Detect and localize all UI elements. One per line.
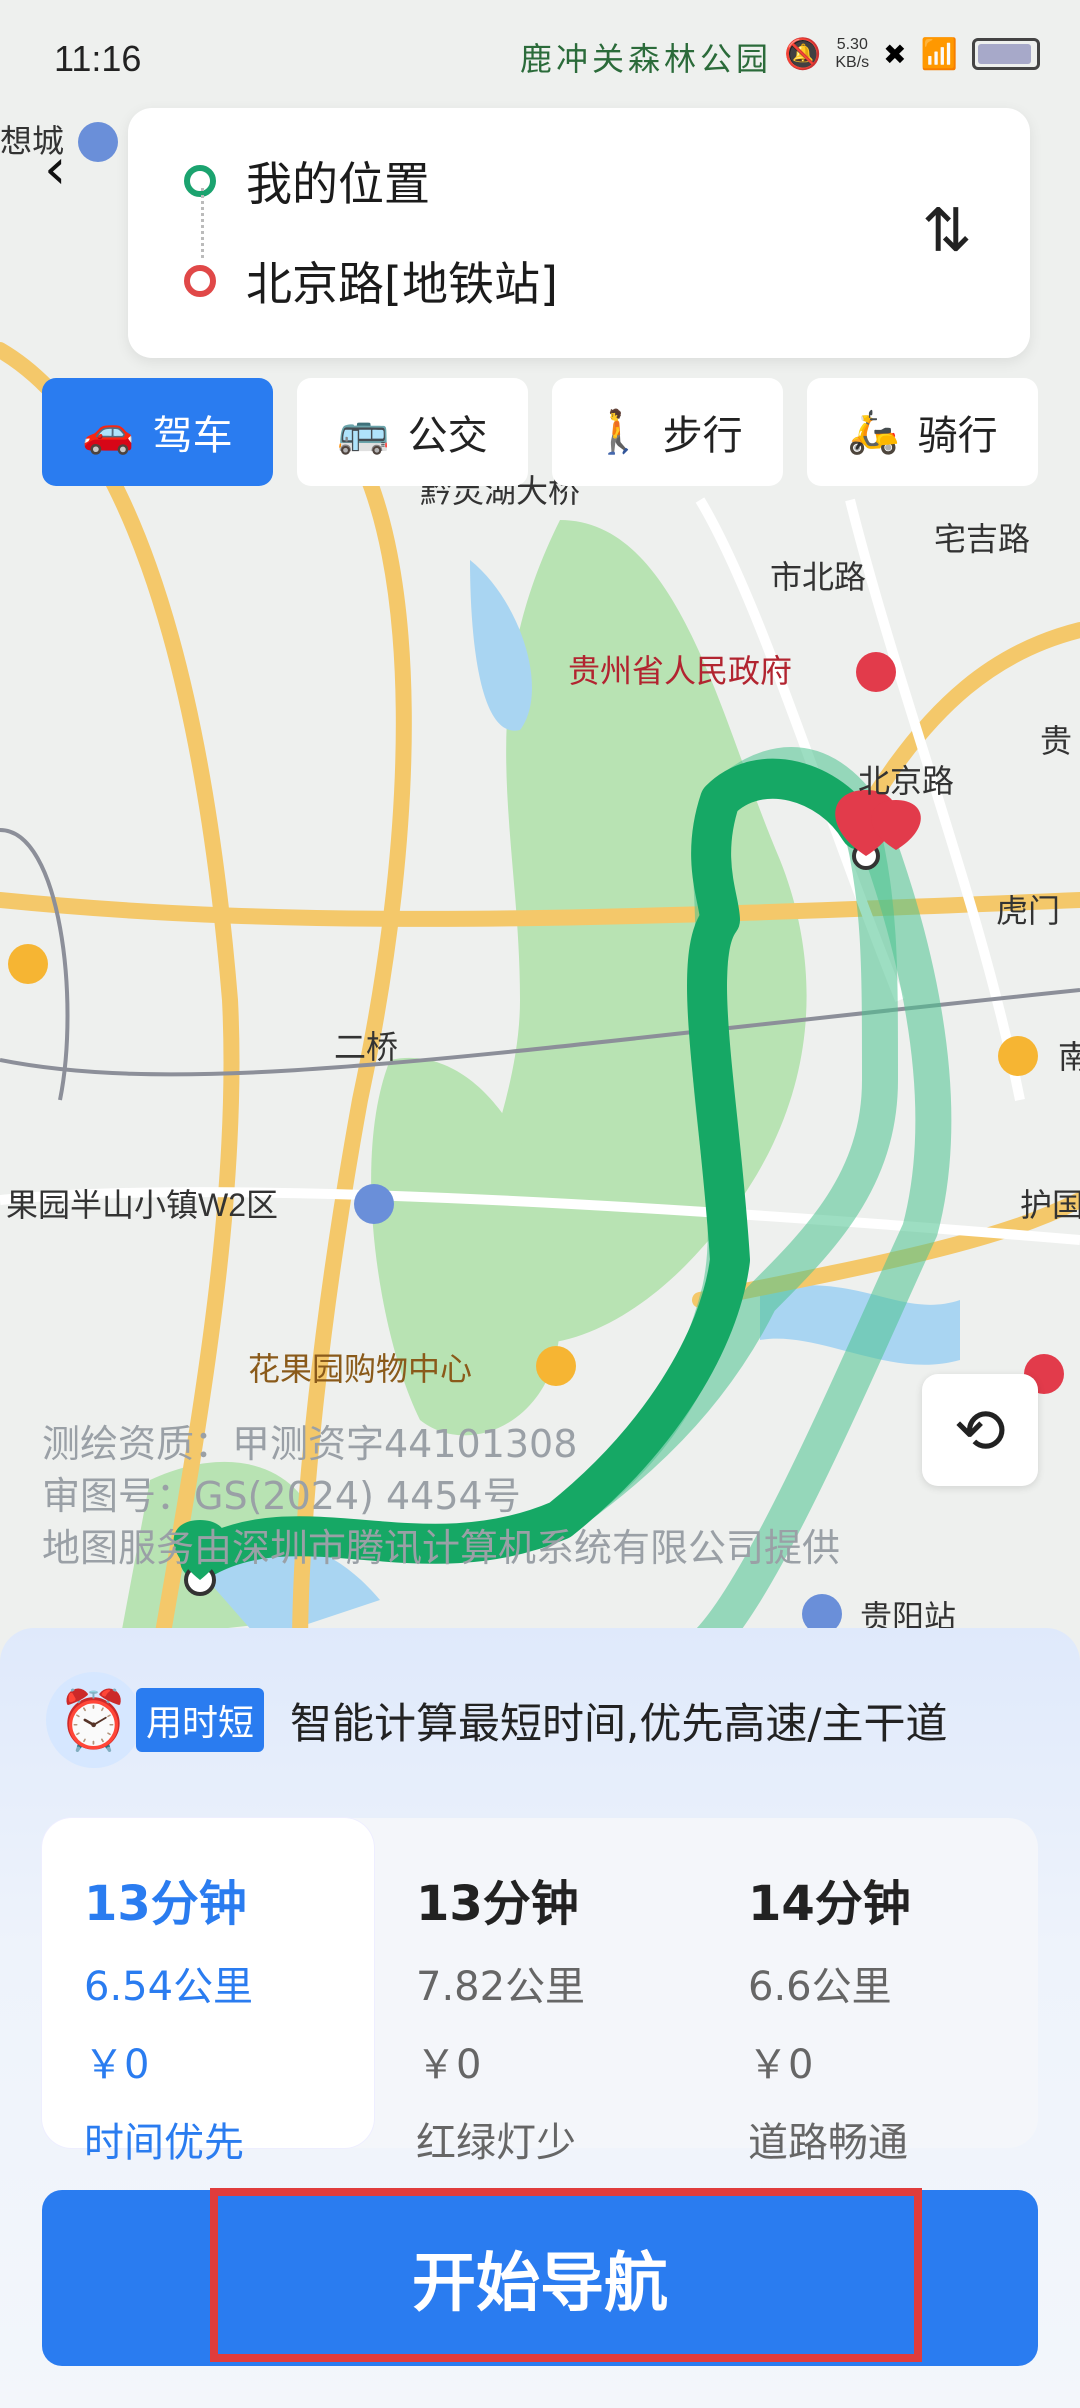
route-tag: 红绿灯少 (416, 2120, 576, 2166)
walk-icon: 🚶 (592, 407, 645, 456)
route-distance: 7.82公里 (416, 1964, 586, 2010)
route-cost: ￥0 (84, 2042, 150, 2088)
map-label: 贵州省人民政府 (568, 653, 792, 689)
scooter-icon: 🛵 (847, 407, 900, 456)
tab-ride-label: 骑行 (917, 413, 998, 459)
route-cost: ￥0 (748, 2042, 814, 2088)
strategy-tip: ⏰ 用时短 智能计算最短时间,优先高速/主干道 (46, 1672, 948, 1768)
map-label: 贵 (1040, 723, 1072, 759)
tab-ride[interactable]: 🛵 骑行 (807, 378, 1038, 486)
alarm-clock-icon: ⏰ (46, 1672, 142, 1768)
map-label: 宅吉路 (934, 521, 1030, 557)
status-time: 11:16 (54, 38, 142, 79)
route-options: 13分钟 6.54公里 ￥0 时间优先 13分钟 7.82公里 ￥0 红绿灯少 … (42, 1818, 1038, 2166)
route-tag: 时间优先 (84, 2120, 244, 2166)
origin-text: 我的位置 (246, 157, 430, 211)
map-label: 北京路 (858, 763, 954, 799)
refresh-icon: ⟲ (954, 1393, 1006, 1467)
tab-drive-label: 驾车 (152, 413, 233, 459)
route-distance: 6.54公里 (84, 1964, 254, 2010)
route-option[interactable]: 13分钟 7.82公里 ￥0 红绿灯少 (374, 1818, 706, 2166)
destination-text: 北京路[地铁站] (246, 257, 558, 311)
battery-icon (972, 38, 1040, 70)
net-speed: 5.30 KB/s (835, 36, 870, 71)
route-duration: 13分钟 (416, 1876, 579, 1932)
car-icon: 🚗 (82, 407, 135, 456)
copyright-line: 测绘资质：甲测资字44101308 (42, 1422, 578, 1466)
travel-mode-tabs: 🚗 驾车 🚌 公交 🚶 步行 🛵 骑行 (42, 378, 1038, 486)
status-icons: 🔕 5.30 KB/s ✖ 📶 (784, 36, 1040, 72)
copyright-line: 审图号：GS(2024) 4454号 (42, 1474, 521, 1518)
map-label: 果园半山小镇W2区 (6, 1187, 278, 1223)
status-bar: 11:16 鹿冲关森林公园 🔕 5.30 KB/s ✖ 📶 (0, 0, 1080, 120)
recenter-button[interactable]: ⟲ (922, 1374, 1038, 1486)
origin-dot-icon (184, 165, 216, 197)
route-option[interactable]: 13分钟 6.54公里 ￥0 时间优先 (42, 1818, 374, 2166)
start-navigation-button[interactable]: 开始导航 (42, 2190, 1038, 2366)
wifi-icon: 📶 (920, 37, 958, 71)
map-label: 南 (1058, 1039, 1080, 1075)
route-duration: 14分钟 (748, 1876, 911, 1932)
back-button[interactable]: ‹ (44, 140, 104, 200)
tab-bus[interactable]: 🚌 公交 (297, 378, 528, 486)
map-copyright: 测绘资质：甲测资字44101308 审图号：GS(2024) 4454号 地图服… (42, 1418, 840, 1574)
tab-bus-label: 公交 (407, 413, 488, 459)
map-label: 市北路 (770, 559, 866, 595)
bus-icon: 🚌 (337, 407, 390, 456)
tab-walk[interactable]: 🚶 步行 (552, 378, 783, 486)
route-option[interactable]: 14分钟 6.6公里 ￥0 道路畅通 (706, 1818, 1038, 2166)
route-distance: 6.6公里 (748, 1964, 892, 2010)
origin-row[interactable]: 我的位置 (184, 148, 430, 214)
copyright-line: 地图服务由深圳市腾讯计算机系统有限公司提供 (42, 1526, 841, 1570)
route-card: 我的位置 北京路[地铁站] ⇅ (128, 108, 1030, 358)
map-label: 虎门 (996, 893, 1060, 929)
route-cost: ￥0 (416, 2042, 482, 2088)
tab-drive[interactable]: 🚗 驾车 (42, 378, 273, 486)
strategy-text: 智能计算最短时间,优先高速/主干道 (290, 1698, 948, 1748)
mute-icon: 🔕 (784, 37, 822, 71)
tab-walk-label: 步行 (662, 413, 743, 459)
map-label: 护国 (1020, 1187, 1080, 1223)
no-sim-icon: ✖ (883, 38, 907, 70)
destination-dot-icon (184, 265, 216, 297)
strategy-tag: 用时短 (136, 1688, 265, 1752)
route-tag: 道路畅通 (748, 2120, 908, 2166)
swap-icon[interactable]: ⇅ (922, 196, 972, 266)
map-label: 二桥 (334, 1029, 398, 1065)
route-duration: 13分钟 (84, 1876, 247, 1932)
map-label: 花果园购物中心 (248, 1351, 472, 1387)
destination-row[interactable]: 北京路[地铁站] (184, 248, 558, 314)
map-place-label: 鹿冲关森林公园 (520, 41, 773, 77)
